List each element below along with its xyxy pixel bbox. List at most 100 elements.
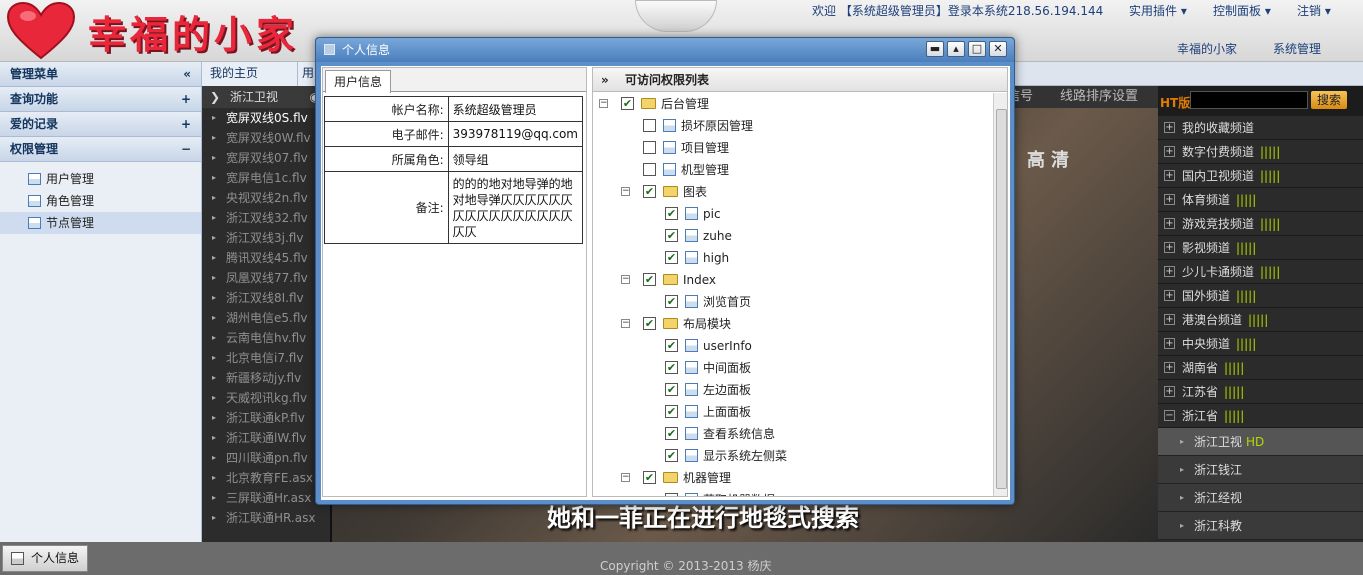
channel-item[interactable]: ▸ 北京电信i7.flv [202,348,330,368]
checkbox[interactable] [643,119,656,132]
channel-search-input[interactable] [1190,91,1308,109]
sub-channel-item[interactable]: ▸ 浙江经视 [1158,484,1363,512]
checkbox[interactable]: ✔ [665,383,678,396]
channel-item[interactable]: ▸ 宽屏双线0W.flv [202,128,330,148]
channel-item[interactable]: ▸ 浙江双线8I.flv [202,288,330,308]
expand-icon[interactable]: + [1164,194,1175,205]
menu-plugins[interactable]: 实用插件 ▾ [1129,2,1187,19]
channel-item[interactable]: ▸ 浙江双线32.flv [202,208,330,228]
maximize-button[interactable]: □ [968,41,986,57]
channel-item[interactable]: ▸ 腾讯双线45.flv [202,248,330,268]
channel-item[interactable]: ▸ 浙江联通HR.asx [202,508,330,528]
checkbox[interactable]: ✔ [665,229,678,242]
tree-node[interactable]: − ✔ 图表 [593,181,993,203]
collapse-icon[interactable]: − [621,187,630,196]
tree-node[interactable]: ✔ 左边面板 [593,379,993,401]
channel-category[interactable]: + 中央频道 ||||| [1158,332,1363,356]
sidebar-item-node-management[interactable]: 节点管理 [0,212,201,234]
tree-node[interactable]: 项目管理 [593,137,993,159]
sidebar-item-role-management[interactable]: 角色管理 [0,190,201,212]
scrollbar-thumb[interactable] [996,109,1007,489]
tree-node[interactable]: ✔ high [593,247,993,269]
checkbox[interactable]: ✔ [665,339,678,352]
channel-item[interactable]: ▸ 浙江双线3j.flv [202,228,330,248]
channel-item[interactable]: ▸ 宽屏双线07.flv [202,148,330,168]
checkbox[interactable]: ✔ [665,449,678,462]
sub-channel-item[interactable]: ▸ 浙江科教 [1158,512,1363,540]
sidebar-item-user-management[interactable]: 用户管理 [0,168,201,190]
checkbox[interactable]: ✔ [643,185,656,198]
checkbox[interactable]: ✔ [621,97,634,110]
tree-node[interactable]: 机型管理 [593,159,993,181]
vertical-scrollbar[interactable] [993,93,1007,496]
tab-my-home[interactable]: 我的主页 [202,62,298,86]
expand-icon[interactable]: + [1164,242,1175,253]
channel-item[interactable]: ▸ 央视双线2n.flv [202,188,330,208]
link-home[interactable]: 幸福的小家 [1177,40,1237,57]
collapse-sidebar-icon[interactable]: « [183,62,191,86]
taskbar-item-personal-info[interactable]: 个人信息 [2,545,88,572]
checkbox[interactable] [665,493,678,496]
tree-node[interactable]: 获取机器数据 [593,489,993,496]
tree-node[interactable]: ✔ pic [593,203,993,225]
channel-item[interactable]: ▸ 浙江联通lW.flv [202,428,330,448]
collapse-icon[interactable]: − [599,99,608,108]
expand-icon[interactable]: + [1164,122,1175,133]
channel-item[interactable]: ▸ 云南电信hv.flv [202,328,330,348]
tab-user-info[interactable]: 用户信息 [325,70,392,93]
dialog-title-bar[interactable]: 个人信息 ▬ ▴ □ ✕ [316,38,1014,62]
expand-icon[interactable]: + [1164,362,1175,373]
collapse-icon[interactable]: − [621,473,630,482]
channel-category[interactable]: + 少儿卡通频道 ||||| [1158,260,1363,284]
channel-item[interactable]: ▸ 四川联通pn.flv [202,448,330,468]
sub-channel-item[interactable]: ▸ 浙江钱江 [1158,456,1363,484]
checkbox[interactable]: ✔ [643,471,656,484]
channel-category[interactable]: + 数字付费频道 ||||| [1158,140,1363,164]
channel-category[interactable]: + 国外频道 ||||| [1158,284,1363,308]
checkbox[interactable]: ✔ [665,251,678,264]
tree-node[interactable]: ✔ 浏览首页 [593,291,993,313]
collapse-icon[interactable]: − [1164,410,1175,421]
channel-item[interactable]: ▸ 湖州电信e5.flv [202,308,330,328]
search-button[interactable]: 搜索 [1311,91,1347,109]
tree-node[interactable]: − ✔ 布局模块 [593,313,993,335]
expand-icon[interactable]: + [1164,314,1175,325]
checkbox[interactable]: ✔ [665,361,678,374]
sidebar-group-love-records[interactable]: 爱的记录 + [0,112,201,137]
minimize-button[interactable]: ▬ [926,41,944,57]
channel-item[interactable]: ▸ 新疆移动jy.flv [202,368,330,388]
collapse-button[interactable]: ▴ [947,41,965,57]
sub-channel-item[interactable]: ▸ 浙江卫视 HD [1158,428,1363,456]
channel-item[interactable]: ▸ 凤凰双线77.flv [202,268,330,288]
tree-node[interactable]: ✔ 中间面板 [593,357,993,379]
checkbox[interactable]: ✔ [665,427,678,440]
expand-icon[interactable]: + [181,87,191,111]
channel-category[interactable]: + 体育频道 ||||| [1158,188,1363,212]
checkbox[interactable]: ✔ [665,295,678,308]
tree-node[interactable]: − ✔ 后台管理 [593,93,993,115]
channel-category[interactable]: + 湖南省 ||||| [1158,356,1363,380]
expand-icon[interactable]: + [1164,146,1175,157]
sidebar-group-permissions[interactable]: 权限管理 − [0,137,201,162]
channel-item[interactable]: ▸ 北京教育FE.asx [202,468,330,488]
close-button[interactable]: ✕ [989,41,1007,57]
collapse-icon[interactable]: − [621,275,630,284]
expand-icon[interactable]: + [1164,290,1175,301]
expand-icon[interactable]: + [1164,386,1175,397]
collapse-icon[interactable]: − [181,137,191,161]
channel-category[interactable]: + 影视频道 ||||| [1158,236,1363,260]
tree-node[interactable]: ✔ 显示系统左侧菜 [593,445,993,467]
menu-control-panel[interactable]: 控制面板 ▾ [1213,2,1271,19]
tree-node[interactable]: ✔ 上面面板 [593,401,993,423]
channel-category[interactable]: + 国内卫视频道 ||||| [1158,164,1363,188]
expand-icon[interactable]: + [1164,218,1175,229]
checkbox[interactable] [643,163,656,176]
channel-category[interactable]: + 港澳台频道 ||||| [1158,308,1363,332]
link-system-admin[interactable]: 系统管理 [1273,40,1321,57]
checkbox[interactable]: ✔ [665,405,678,418]
channel-item[interactable]: ▸ 宽屏双线0S.flv [202,108,330,128]
tree-node[interactable]: 损坏原因管理 [593,115,993,137]
checkbox[interactable]: ✔ [665,207,678,220]
channel-category[interactable]: + 江苏省 ||||| [1158,380,1363,404]
channel-item[interactable]: ▸ 浙江联通kP.flv [202,408,330,428]
